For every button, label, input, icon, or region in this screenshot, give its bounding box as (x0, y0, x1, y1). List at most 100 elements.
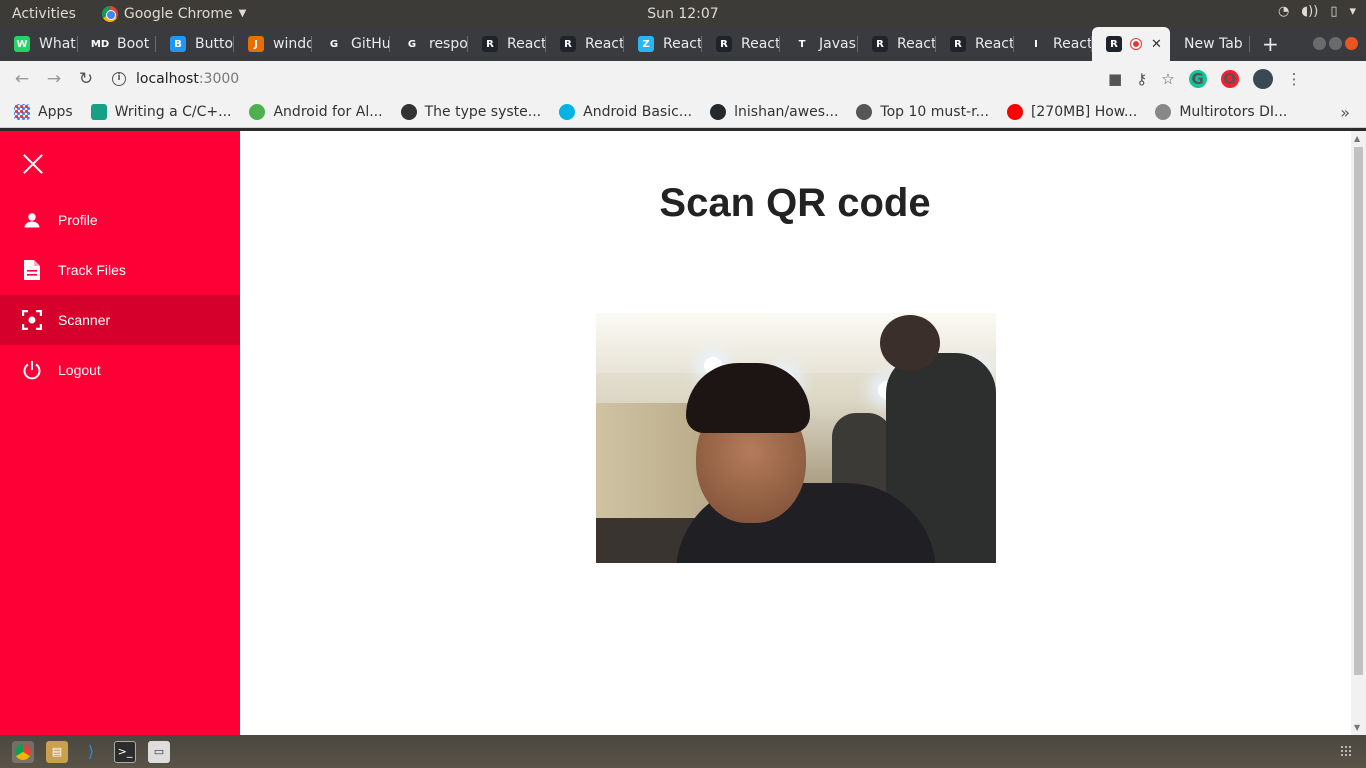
sidebar-item-label: Scanner (58, 312, 111, 328)
dock-window-icon[interactable]: ▭ (148, 740, 170, 763)
browser-toolbar: ← → ↻ i localhost :3000 ■ ⚷ ☆ G O ⋮ (0, 61, 1366, 97)
bookmark-label: Top 10 must-r... (880, 104, 989, 120)
sidebar-item-label: Track Files (58, 262, 126, 278)
forward-arrow-icon[interactable]: → (38, 69, 70, 89)
star-icon[interactable]: ☆ (1161, 70, 1174, 88)
tab-favicon-icon: MD (91, 36, 109, 52)
tab-9[interactable]: R React (702, 27, 780, 61)
scroll-up-icon[interactable]: ▲ (1354, 134, 1360, 143)
tab-favicon-icon: G (326, 36, 342, 52)
tab-8[interactable]: Z React (624, 27, 702, 61)
bookmark-item[interactable]: lnishan/awes... (710, 104, 838, 120)
bookmark-favicon-icon (710, 104, 727, 120)
new-tab-plus-icon[interactable]: + (1262, 32, 1279, 56)
chrome-logo-icon (101, 5, 118, 22)
tab-favicon-icon: R (872, 36, 888, 52)
tab-favicon-icon: R (560, 36, 576, 52)
tab-10[interactable]: T Javas (780, 27, 858, 61)
bookmark-item[interactable]: Top 10 must-r... (856, 104, 989, 120)
close-window-button[interactable] (1345, 37, 1358, 50)
scroll-down-icon[interactable]: ▼ (1354, 723, 1360, 732)
bookmark-item[interactable]: Writing a C/C+... (90, 104, 232, 120)
opera-extension-icon[interactable]: O (1220, 70, 1239, 88)
url-host: localhost (136, 71, 199, 87)
tab-label: windo (273, 36, 312, 52)
dock-chrome[interactable] (12, 740, 34, 763)
volume-icon[interactable]: ◖)) (1301, 4, 1318, 19)
chrome-icon (15, 743, 31, 760)
bookmark-item[interactable]: Android Basic... (559, 104, 692, 120)
close-tab-icon[interactable]: ✕ (1151, 37, 1162, 52)
tab-1[interactable]: MD Boot (78, 27, 156, 61)
tab-11[interactable]: R React (858, 27, 936, 61)
close-icon[interactable] (22, 153, 44, 175)
bookmark-favicon-icon (559, 104, 576, 120)
chevron-down-icon[interactable]: ▾ (1349, 4, 1356, 19)
tab-5[interactable]: Grespo (390, 27, 468, 61)
system-tray[interactable]: ◔ ◖)) ▯ ▾ (1278, 4, 1356, 19)
wifi-icon[interactable]: ◔ (1278, 4, 1289, 19)
power-icon (22, 360, 42, 380)
bookmark-item[interactable]: Multirotors DI... (1155, 104, 1287, 120)
tab-0[interactable]: W What (0, 27, 78, 61)
tab-label: Boot (117, 36, 150, 52)
tab-label: React (975, 36, 1014, 52)
tab-13[interactable]: I React (1014, 27, 1092, 61)
tab-new-tab[interactable]: New Tab (1170, 27, 1250, 61)
maximize-button[interactable] (1329, 37, 1342, 50)
sidebar-item-label: Logout (58, 362, 101, 378)
sidebar-item-profile[interactable]: Profile (0, 195, 240, 245)
bookmark-favicon-icon (856, 104, 873, 120)
tab-4[interactable]: G GitHu (312, 27, 390, 61)
tab-favicon-icon: B (170, 36, 186, 52)
bookmark-item[interactable]: Apps (14, 104, 73, 120)
bookmarks-overflow-icon[interactable]: » (1340, 103, 1350, 122)
show-apps-icon[interactable] (1340, 745, 1352, 757)
app-menu[interactable]: Google Chrome ▼ (101, 5, 246, 22)
dock-vscode-icon[interactable]: ⟩ (80, 741, 102, 763)
minimize-button[interactable] (1313, 37, 1326, 50)
tab-label: React (741, 36, 780, 52)
tab-7[interactable]: R React (546, 27, 624, 61)
bookmark-label: [270MB] How... (1030, 104, 1138, 120)
dock-files-icon[interactable]: ▤ (46, 740, 68, 763)
bookmark-label: Android for Al... (273, 104, 383, 120)
tab-label: React (663, 36, 702, 52)
back-arrow-icon[interactable]: ← (6, 69, 38, 89)
page-scrollbar[interactable]: ▲ ▼ (1351, 131, 1366, 735)
bookmark-label: Apps (38, 104, 73, 120)
address-bar[interactable]: i localhost :3000 (112, 65, 1102, 93)
tab-2[interactable]: B Butto (156, 27, 234, 61)
tab-label: React (585, 36, 624, 52)
sidebar-item-track-files[interactable]: Track Files (0, 245, 240, 295)
tab-3[interactable]: Jwindo (234, 27, 312, 61)
sidebar-item-logout[interactable]: Logout (0, 345, 240, 395)
battery-icon[interactable]: ▯ (1330, 4, 1337, 19)
scrollbar-thumb[interactable] (1354, 147, 1363, 675)
tab-active[interactable]: R ✕ (1092, 27, 1170, 61)
grammarly-extension-icon[interactable]: G (1188, 70, 1207, 88)
bookmark-item[interactable]: [270MB] How... (1006, 104, 1138, 120)
recording-icon (1131, 39, 1141, 49)
tab-label: Butto (195, 36, 234, 52)
reload-icon[interactable]: ↻ (70, 69, 102, 89)
dock-terminal-icon[interactable]: >_ (114, 740, 136, 763)
key-icon[interactable]: ⚷ (1136, 70, 1147, 88)
app-name: Google Chrome (123, 5, 233, 22)
tab-6[interactable]: R React (468, 27, 546, 61)
sidebar: Profile Track Files Scanner Logout (0, 131, 240, 735)
tab-12[interactable]: R React (936, 27, 1014, 61)
sidebar-item-scanner[interactable]: Scanner (0, 295, 240, 345)
file-icon (22, 260, 42, 280)
bookmark-label: Writing a C/C+... (114, 104, 232, 120)
menu-dots-icon[interactable]: ⋮ (1287, 70, 1302, 88)
tab-label: Javas (819, 36, 856, 52)
bookmarks-bar: Apps Writing a C/C+... Android for Al... Th… (0, 97, 1366, 128)
activities-button[interactable]: Activities (12, 6, 76, 22)
profile-avatar[interactable] (1252, 69, 1273, 89)
camera-icon[interactable]: ■ (1108, 70, 1122, 88)
window-controls (1313, 37, 1358, 50)
info-icon[interactable]: i (112, 72, 126, 86)
bookmark-item[interactable]: Android for Al... (249, 104, 383, 120)
bookmark-item[interactable]: The type syste... (400, 104, 541, 120)
